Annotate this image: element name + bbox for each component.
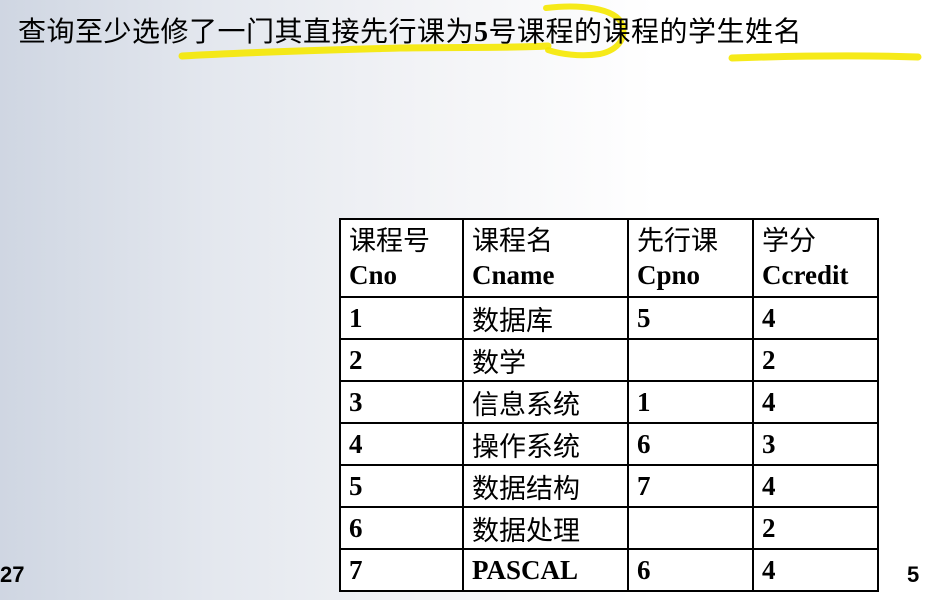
title-text-1: 查询至少选修了一门其直接先行课为 bbox=[18, 15, 475, 48]
cell-cno: 2 bbox=[339, 338, 464, 382]
table-row: 3 信息系统 1 4 bbox=[339, 380, 879, 424]
cell-ccredit: 4 bbox=[752, 296, 879, 340]
cell-cname: 数据库 bbox=[462, 296, 629, 340]
table-header-row: 课程号 Cno 课程名 Cname 先行课 Cpno 学分 Ccredit bbox=[339, 218, 879, 298]
cell-cpno: 7 bbox=[627, 464, 754, 508]
highlight-stroke-3 bbox=[728, 52, 922, 62]
cell-cpno bbox=[627, 338, 754, 382]
cell-cno: 5 bbox=[339, 464, 464, 508]
cell-cname: 数据结构 bbox=[462, 464, 629, 508]
header-cno: 课程号 Cno bbox=[339, 218, 464, 298]
cell-ccredit: 4 bbox=[752, 464, 879, 508]
cell-ccredit: 2 bbox=[752, 506, 879, 550]
cell-cname: 信息系统 bbox=[462, 380, 629, 424]
cell-cno: 3 bbox=[339, 380, 464, 424]
cell-cno: 6 bbox=[339, 506, 464, 550]
page-number-left: 27 bbox=[0, 562, 25, 587]
slide-title: 查询至少选修了一门其直接先行课为5号课程的课程的学生姓名 bbox=[18, 10, 802, 50]
table-row: 4 操作系统 6 3 bbox=[339, 422, 879, 466]
title-number: 5 bbox=[474, 17, 489, 48]
table-row: 1 数据库 5 4 bbox=[339, 296, 879, 340]
table-row: 5 数据结构 7 4 bbox=[339, 464, 879, 508]
table-row: 2 数学 2 bbox=[339, 338, 879, 382]
table-row: 7 PASCAL 6 4 bbox=[339, 548, 879, 592]
cell-cname: 操作系统 bbox=[462, 422, 629, 466]
cell-cno: 4 bbox=[339, 422, 464, 466]
cell-cpno: 5 bbox=[627, 296, 754, 340]
cell-cpno: 6 bbox=[627, 548, 754, 592]
cell-cpno bbox=[627, 506, 754, 550]
cell-cname: 数学 bbox=[462, 338, 629, 382]
cell-ccredit: 4 bbox=[752, 548, 879, 592]
header-ccredit: 学分 Ccredit bbox=[752, 218, 879, 298]
header-cname: 课程名 Cname bbox=[462, 218, 629, 298]
header-cpno: 先行课 Cpno bbox=[627, 218, 754, 298]
course-table: 课程号 Cno 课程名 Cname 先行课 Cpno 学分 Ccredit 1 数据库 … bbox=[339, 218, 879, 592]
page-number-right: 5 bbox=[907, 562, 920, 587]
cell-cname: PASCAL bbox=[462, 548, 629, 592]
table-row: 6 数据处理 2 bbox=[339, 506, 879, 550]
cell-cno: 1 bbox=[339, 296, 464, 340]
cell-cpno: 1 bbox=[627, 380, 754, 424]
title-text-2: 号课程的课程的学生姓名 bbox=[488, 15, 803, 48]
cell-cname: 数据处理 bbox=[462, 506, 629, 550]
cell-cno: 7 bbox=[339, 548, 464, 592]
cell-ccredit: 2 bbox=[752, 338, 879, 382]
cell-ccredit: 4 bbox=[752, 380, 879, 424]
cell-ccredit: 3 bbox=[752, 422, 879, 466]
cell-cpno: 6 bbox=[627, 422, 754, 466]
